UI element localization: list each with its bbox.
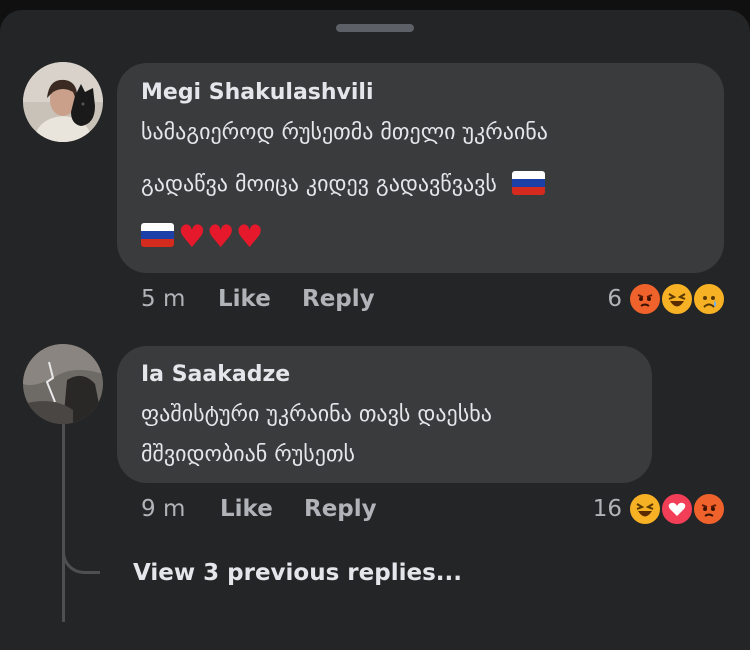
reply-button[interactable]: Reply — [302, 286, 375, 312]
love-icon[interactable] — [660, 492, 694, 526]
laugh-icon[interactable] — [660, 282, 694, 316]
comment-text-line: გადაწვა მოიცა კიდევ გადავწვავს — [141, 171, 549, 197]
comment-time: 9 m — [141, 496, 186, 522]
thread-line — [62, 423, 65, 622]
like-button[interactable]: Like — [218, 286, 271, 312]
laugh-icon[interactable] — [628, 492, 662, 526]
avatar[interactable] — [23, 62, 103, 142]
angry-icon[interactable] — [692, 492, 726, 526]
comment-author[interactable]: Ia Saakadze — [141, 362, 290, 387]
red-heart-icon: ♥ — [235, 219, 264, 255]
comment-time: 5 m — [141, 286, 186, 312]
reply-button[interactable]: Reply — [304, 496, 377, 522]
russia-flag-icon — [141, 223, 174, 247]
reaction-count[interactable]: 16 — [582, 496, 622, 522]
red-heart-icon: ♥ — [178, 219, 206, 255]
comment-text-line: ფაშისტური უკრაინა თავს დაესხა — [141, 402, 492, 427]
emoji-line: ♥♥♥ — [141, 222, 264, 253]
reaction-count[interactable]: 6 — [582, 286, 622, 312]
angry-icon[interactable] — [628, 282, 662, 316]
comment-text: გადაწვა მოიცა კიდევ გადავწვავს — [141, 172, 497, 197]
view-previous-replies-link[interactable]: View 3 previous replies... — [133, 560, 462, 586]
comment-text-line: მშვიდობიან რუსეთს — [141, 442, 356, 467]
like-button[interactable]: Like — [220, 496, 273, 522]
red-heart-icon: ♥ — [206, 219, 235, 255]
drag-handle[interactable] — [336, 24, 414, 32]
comment-text-line: სამაგიეროდ რუსეთმა მთელი უკრაინა — [141, 120, 548, 145]
avatar[interactable] — [23, 344, 103, 424]
comment-author[interactable]: Megi Shakulashvili — [141, 80, 374, 105]
sad-icon[interactable] — [692, 282, 726, 316]
russia-flag-icon — [511, 171, 545, 195]
